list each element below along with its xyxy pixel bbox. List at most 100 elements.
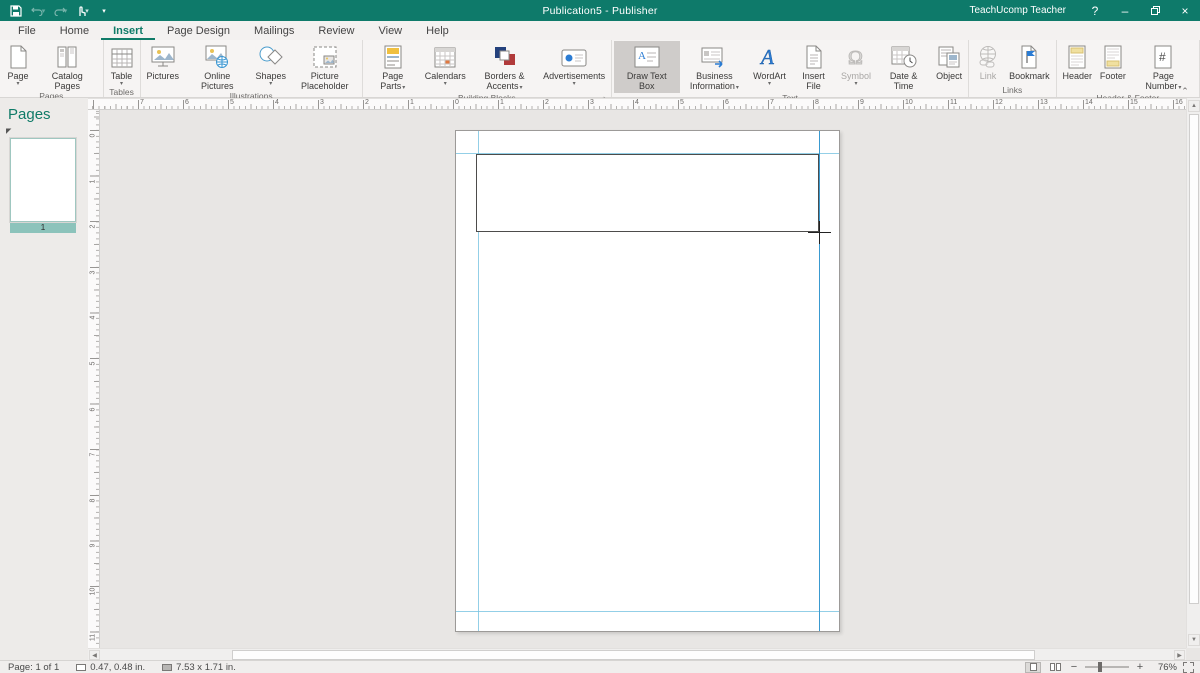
ribbon-button-online-pictures[interactable]: Online Pictures [183,41,252,91]
tab-home[interactable]: Home [48,23,101,40]
ruler-number: 12 [995,99,1003,106]
object-size-indicator[interactable]: 7.53 x 1.71 in. [154,661,245,673]
redo-icon[interactable]: ▾ [50,2,70,20]
status-bar: Page: 1 of 1 0.47, 0.48 in. 7.53 x 1.71 … [0,660,1200,673]
ribbon-button-shapes[interactable]: Shapes▾ [252,41,290,91]
customize-qat-icon[interactable]: ▾ [94,2,114,20]
ribbon-button-wordart[interactable]: AWordArt▾ [749,41,790,93]
page-thumbnail-preview[interactable] [10,138,76,222]
zoom-in-button[interactable]: + [1135,661,1145,673]
zoom-level[interactable]: 76% [1151,662,1177,673]
scroll-right-icon[interactable]: ▶ [1174,650,1185,660]
ribbon-button-label: Object [936,71,962,81]
ribbon-button-header[interactable]: Header [1059,41,1096,93]
ribbon-button-draw-text-box[interactable]: ADraw Text Box [614,41,680,93]
table-icon [110,43,134,69]
ruler-number: 0 [90,131,97,141]
ribbon-button-catalog-pages[interactable]: Catalog Pages [34,41,101,91]
tab-insert[interactable]: Insert [101,23,155,40]
ruler-number: 3 [590,99,594,106]
vertical-ruler[interactable]: 01234567891011 [88,110,100,648]
pages-panel-collapse-icon[interactable]: ◤ [0,123,88,135]
horizontal-scrollbar[interactable]: ◀ ▶ [88,648,1186,660]
dropdown-arrow-icon: ▾ [256,81,287,87]
ribbon-button-picture-placeholder[interactable]: Picture Placeholder [290,41,360,91]
ribbon-button-pictures[interactable]: Pictures [143,41,183,91]
horizontal-ruler[interactable]: 7654321012345678910111213141516 [88,98,1186,110]
save-icon[interactable] [6,2,26,20]
scroll-up-icon[interactable]: ▲ [1188,100,1200,112]
scroll-left-icon[interactable]: ◀ [89,650,100,660]
link-icon [975,43,1001,69]
ribbon-button-business-information[interactable]: Business Information▾ [680,41,750,93]
account-name[interactable]: TeachUcomp Teacher [969,5,1066,16]
calendars-icon [433,43,457,69]
tab-help[interactable]: Help [414,23,461,40]
ruler-number: 10 [90,587,97,597]
ruler-number: 5 [230,99,234,106]
pages-panel-title: Pages [0,98,88,123]
ribbon-button-label: Calendars▾ [425,71,466,87]
ribbon-button-label: Page Parts▾ [369,71,417,93]
ruler-number: 4 [90,313,97,323]
ribbon-button-page-parts[interactable]: Page Parts▾ [365,41,421,93]
ruler-number: 5 [90,359,97,369]
help-button[interactable]: ? [1080,0,1110,21]
ribbon-button-footer[interactable]: Footer [1096,41,1130,93]
horizontal-scrollbar-thumb[interactable] [232,650,1035,660]
ruler-number: 0 [455,99,459,106]
vertical-scrollbar-thumb[interactable] [1189,114,1199,604]
ribbon-button-page[interactable]: Page▾ [2,41,34,91]
ribbon-button-insert-file[interactable]: Insert File [790,41,837,93]
ribbon-button-advertisements[interactable]: Advertisements▾ [539,41,609,93]
page-thumbnail-number[interactable]: 1 [10,222,76,233]
page-thumbnail[interactable]: 1 [10,138,76,233]
publisher-window: ▾ ▾ ▾ ▾ Publication5 - Publisher TeachUc… [0,0,1200,673]
draw-text-box-icon: A [634,43,660,69]
tab-review[interactable]: Review [306,23,366,40]
restore-button[interactable] [1140,0,1170,21]
two-page-spread-view-button[interactable] [1047,662,1063,673]
ribbon: Page▾Catalog PagesPagesTable▾TablesPictu… [0,40,1200,98]
tab-mailings[interactable]: Mailings [242,23,306,40]
undo-icon[interactable]: ▾ [28,2,48,20]
tab-page-design[interactable]: Page Design [155,23,242,40]
ribbon-button-bookmark[interactable]: Bookmark [1005,41,1054,84]
zoom-slider[interactable] [1085,666,1129,668]
ribbon-button-label: Symbol▾ [841,71,871,87]
ribbon-button-borders-accents[interactable]: Borders & Accents▾ [470,41,540,93]
ribbon-button-object[interactable]: Object [932,41,966,93]
ruler-number: 9 [90,541,97,551]
ribbon-button-label: Borders & Accents▾ [474,71,536,93]
collapse-ribbon-icon[interactable]: ⌃ [1178,86,1192,97]
fit-page-icon[interactable] [1183,662,1194,673]
ruler-number: 1 [500,99,504,106]
tab-view[interactable]: View [366,23,414,40]
ribbon-button-date-time[interactable]: Date & Time [875,41,932,93]
insert-file-icon [802,43,824,69]
ruler-number: 16 [1175,99,1183,106]
minimize-button[interactable]: – [1110,0,1140,21]
crosshair-cursor [819,221,820,244]
ribbon-button-label: Business Information▾ [684,71,746,93]
object-position-indicator[interactable]: 0.47, 0.48 in. [68,661,154,673]
ruler-number: 14 [1085,99,1093,106]
single-page-view-button[interactable] [1025,662,1041,673]
scroll-down-icon[interactable]: ▼ [1188,634,1200,646]
tab-file[interactable]: File [6,23,48,40]
vertical-scrollbar[interactable]: ▲ ▼ [1186,98,1200,648]
publication-page[interactable] [455,130,840,632]
ribbon-button-table[interactable]: Table▾ [106,41,138,87]
shapes-icon [258,43,284,69]
ribbon-button-label: Online Pictures [187,71,248,91]
drawn-text-box[interactable] [476,154,819,232]
close-button[interactable]: × [1170,0,1200,21]
ribbon-button-calendars[interactable]: Calendars▾ [421,41,470,93]
borders-accents-icon [493,43,517,69]
zoom-slider-thumb[interactable] [1098,662,1102,672]
touch-mouse-mode-icon[interactable]: ▾ [72,2,92,20]
zoom-out-button[interactable]: − [1069,661,1079,673]
ribbon-button-link: Link [971,41,1005,84]
page-indicator[interactable]: Page: 1 of 1 [0,661,68,673]
ruler-number: 1 [90,176,97,186]
